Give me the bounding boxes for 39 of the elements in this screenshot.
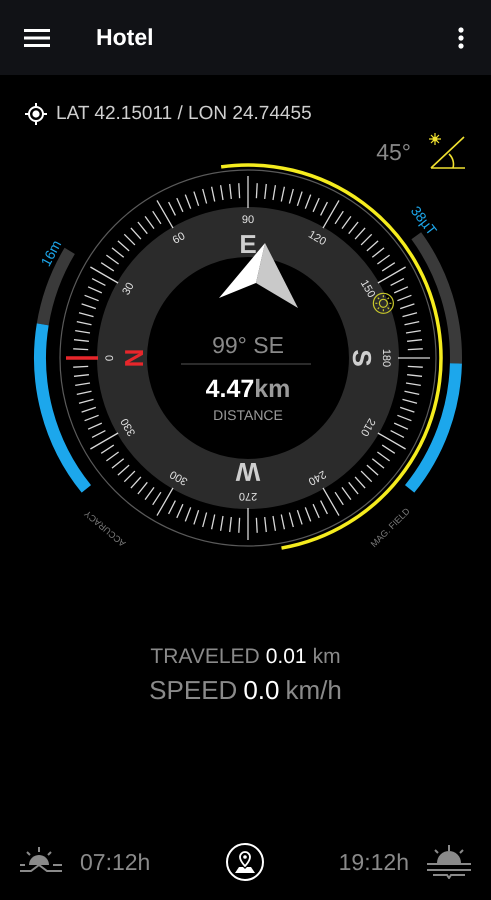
map-location-button[interactable]	[226, 843, 264, 881]
app-title: Hotel	[96, 24, 154, 51]
dial-number: 330	[118, 416, 138, 438]
sunset-icon	[427, 845, 471, 879]
cardinal-letter: W	[236, 457, 260, 488]
dial-number: 150	[358, 278, 378, 300]
dial-number: 180	[380, 348, 392, 368]
menu-icon[interactable]	[24, 28, 50, 48]
stat-unit: km/h	[285, 675, 342, 706]
dial-number: 300	[168, 468, 190, 488]
more-options-icon[interactable]	[458, 26, 464, 48]
stat-label: SPEED	[149, 675, 238, 706]
distance-label: DISTANCE	[213, 407, 283, 423]
cardinal-letter: S	[347, 349, 378, 367]
coordinates-text: LAT 42.15011 / LON 24.74455	[56, 103, 312, 125]
stat-label: TRAVELED	[150, 645, 260, 669]
stat-value: 0.0	[243, 675, 280, 706]
sun-elevation-text: 45°	[376, 138, 411, 166]
stat-unit: km	[312, 645, 341, 669]
sunrise-time: 07:12h	[80, 848, 150, 876]
stat-value: 0.01	[266, 645, 307, 669]
cardinal-letter: N	[118, 348, 149, 368]
dial-number: 120	[306, 228, 328, 248]
accuracy-reading: 16m	[37, 237, 64, 269]
cardinal-letter: E	[239, 228, 257, 259]
map-pin-icon	[232, 850, 256, 874]
dial-number: 270	[238, 490, 258, 502]
dial-number: 210	[358, 416, 378, 438]
dial-number: 0	[104, 354, 116, 362]
distance-text: 4.47km	[206, 375, 290, 403]
location-target-icon	[25, 103, 47, 125]
heading-text: 99° SE	[212, 332, 284, 358]
dial-number: 240	[306, 468, 328, 488]
dial-number: 30	[120, 280, 137, 298]
sun-elevation-icon	[429, 133, 467, 171]
dial-number: 60	[170, 230, 188, 247]
north-marker	[66, 356, 98, 360]
sunset-time: 19:12h	[338, 848, 409, 876]
dial-number: 90	[242, 214, 254, 226]
